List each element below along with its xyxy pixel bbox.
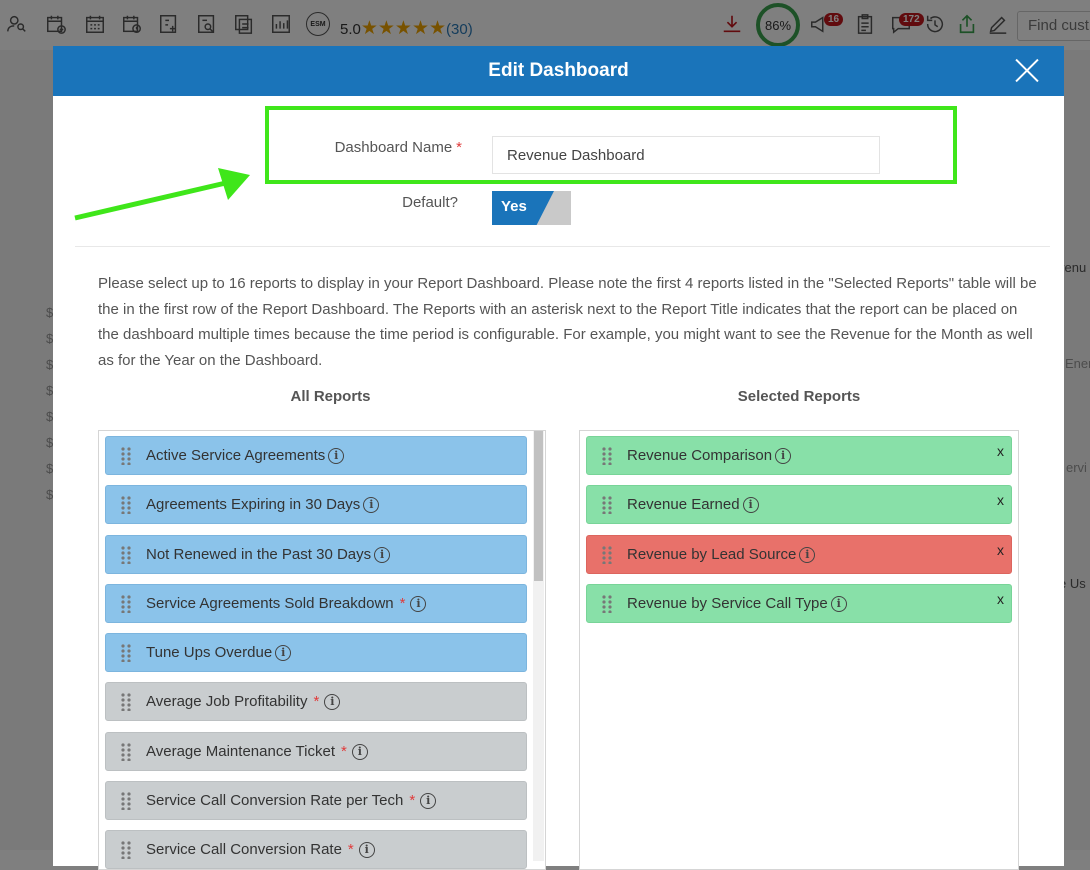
configurable-asterisk: * — [341, 743, 347, 760]
drag-handle-icon[interactable] — [106, 742, 146, 761]
modal-header: Edit Dashboard — [53, 46, 1064, 96]
default-toggle[interactable]: Yes — [492, 191, 571, 225]
drag-handle-icon[interactable] — [106, 446, 146, 465]
report-item[interactable]: Agreements Expiring in 30 Days i — [105, 485, 527, 524]
selected-report-item[interactable]: Revenue Comparison i x — [586, 436, 1012, 475]
info-icon[interactable]: i — [374, 546, 391, 563]
report-title: Not Renewed in the Past 30 Days — [146, 546, 372, 563]
report-item[interactable]: Average Job Profitability * i — [105, 682, 527, 721]
report-item[interactable]: Average Maintenance Ticket * i — [105, 732, 527, 771]
required-asterisk: * — [456, 139, 462, 156]
info-icon[interactable]: i — [775, 447, 792, 464]
report-item[interactable]: Tune Ups Overdue i — [105, 633, 527, 672]
scrollbar[interactable] — [533, 431, 544, 861]
info-icon[interactable]: i — [328, 447, 345, 464]
drag-handle-icon[interactable] — [587, 446, 627, 465]
dashboard-name-label: Dashboard Name * — [286, 139, 462, 156]
all-reports-title: All Reports — [290, 388, 371, 405]
instructions-text: Please select up to 16 reports to displa… — [98, 275, 1037, 370]
dashboard-name-label-text: Dashboard Name — [334, 139, 453, 156]
configurable-asterisk: * — [313, 693, 320, 710]
report-title: Average Job Profitability — [146, 693, 308, 710]
scrollbar-thumb[interactable] — [534, 431, 543, 581]
info-icon[interactable]: i — [324, 693, 341, 710]
info-icon[interactable]: i — [275, 644, 292, 661]
remove-report-button[interactable]: x — [997, 542, 1004, 558]
report-title: Revenue Comparison — [627, 447, 773, 464]
selected-reports-list[interactable]: Revenue Comparison i x Revenue Earned i x Reve… — [579, 430, 1019, 870]
drag-handle-icon[interactable] — [587, 545, 627, 564]
info-icon[interactable]: i — [351, 743, 368, 760]
selected-report-item[interactable]: Revenue Earned i x — [586, 485, 1012, 524]
remove-report-button[interactable]: x — [997, 443, 1004, 459]
selected-reports-title: Selected Reports — [737, 388, 861, 405]
report-title: Service Call Conversion Rate per Tech — [146, 792, 404, 809]
info-icon[interactable]: i — [799, 546, 816, 563]
report-title: Revenue Earned — [627, 496, 740, 513]
divider — [75, 246, 1050, 247]
configurable-asterisk: * — [399, 595, 406, 612]
report-title: Tune Ups Overdue — [146, 644, 273, 661]
selected-report-item[interactable]: Revenue by Service Call Type i x — [586, 584, 1012, 623]
report-item[interactable]: Service Call Conversion Rate per Tech * i — [105, 781, 527, 820]
report-item[interactable]: Not Renewed in the Past 30 Days i — [105, 535, 527, 574]
info-icon[interactable]: i — [420, 792, 437, 809]
drag-handle-icon[interactable] — [587, 594, 627, 613]
info-icon[interactable]: i — [830, 595, 847, 612]
info-icon[interactable]: i — [363, 496, 380, 513]
report-item[interactable]: Service Agreements Sold Breakdown * i — [105, 584, 527, 623]
annotation-arrow — [74, 168, 250, 221]
report-title: Revenue by Service Call Type — [627, 595, 828, 612]
report-title: Service Agreements Sold Breakdown — [146, 595, 394, 612]
drag-handle-icon[interactable] — [106, 643, 146, 662]
drag-handle-icon[interactable] — [106, 545, 146, 564]
remove-report-button[interactable]: x — [997, 591, 1004, 607]
dashboard-name-input[interactable] — [492, 136, 880, 174]
selected-report-item[interactable]: Revenue by Lead Source i x — [586, 535, 1012, 574]
close-icon[interactable] — [1014, 57, 1040, 83]
remove-report-button[interactable]: x — [997, 492, 1004, 508]
drag-handle-icon[interactable] — [106, 791, 146, 810]
all-reports-list[interactable]: Active Service Agreements i Agreements Exp… — [98, 430, 546, 870]
configurable-asterisk: * — [409, 792, 416, 809]
report-title: Revenue by Lead Source — [627, 546, 797, 563]
report-title: Agreements Expiring in 30 Days — [146, 496, 361, 513]
default-label: Default? — [402, 194, 458, 211]
drag-handle-icon[interactable] — [106, 495, 146, 514]
info-icon[interactable]: i — [742, 496, 759, 513]
info-icon[interactable]: i — [410, 595, 427, 612]
drag-handle-icon[interactable] — [587, 495, 627, 514]
modal-title: Edit Dashboard — [488, 60, 629, 81]
drag-handle-icon[interactable] — [106, 692, 146, 711]
report-title: Active Service Agreements — [146, 447, 326, 464]
report-item[interactable]: Active Service Agreements i — [105, 436, 527, 475]
report-title: Average Maintenance Ticket — [146, 743, 336, 760]
toggle-label: Yes — [501, 198, 527, 215]
drag-handle-icon[interactable] — [106, 594, 146, 613]
